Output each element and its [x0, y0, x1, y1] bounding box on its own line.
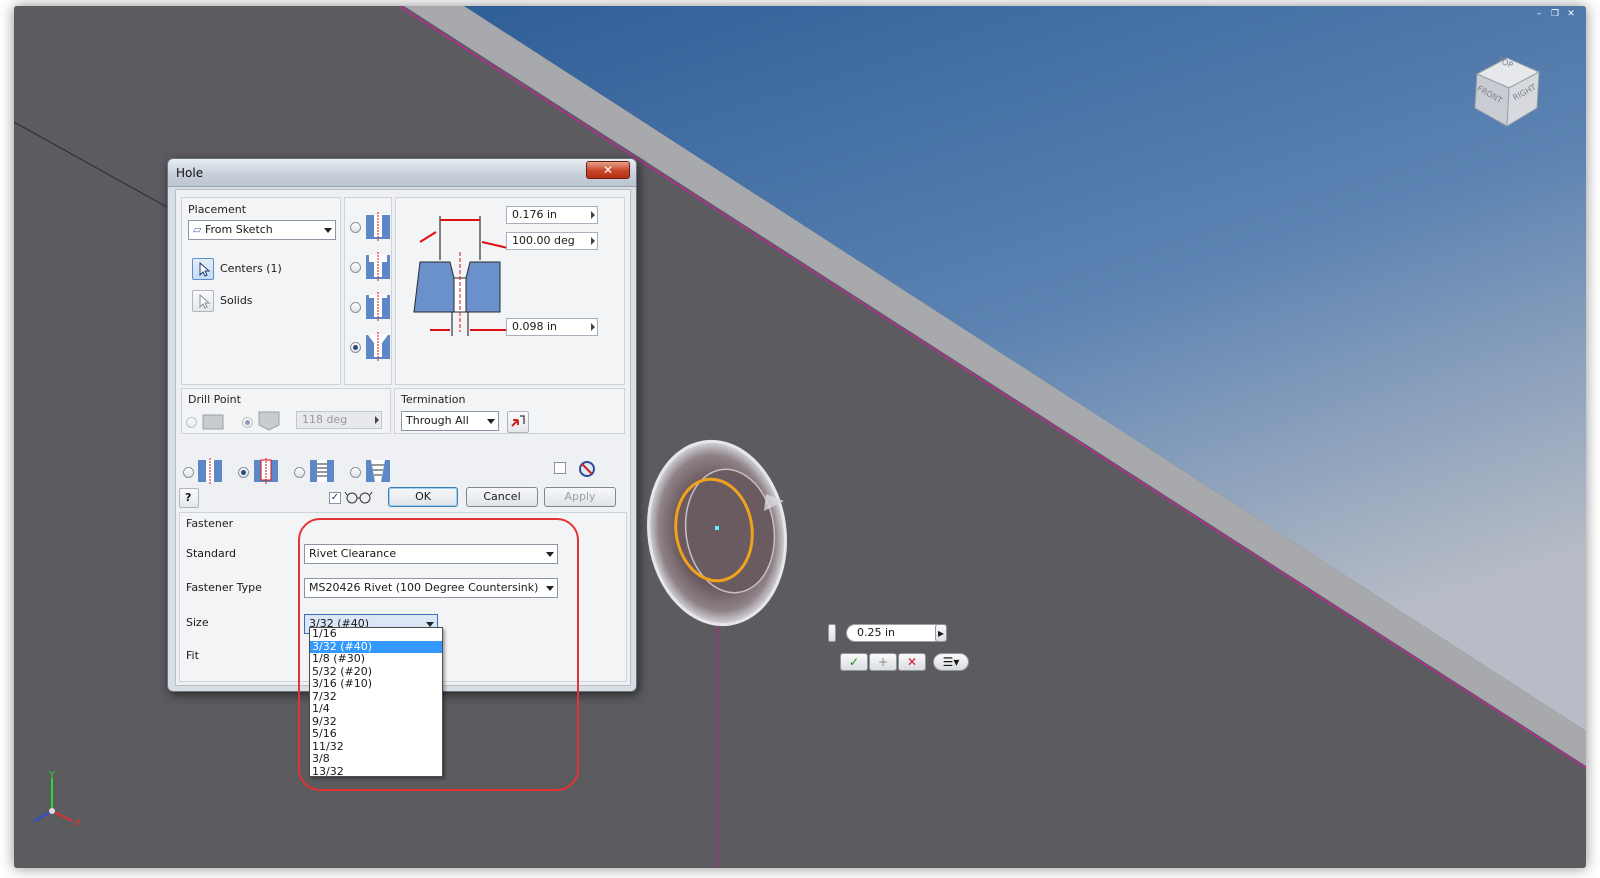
- placement-method-value: From Sketch: [204, 223, 273, 236]
- counterbore-icon: [366, 252, 390, 282]
- termination-combo[interactable]: Through All: [401, 411, 499, 431]
- simple-hole-icon: [366, 212, 390, 242]
- angle-point-radio[interactable]: [242, 417, 253, 428]
- mini-toolbar-flyout[interactable]: ▸: [935, 624, 947, 642]
- minimize-icon[interactable]: –: [1534, 10, 1544, 19]
- dialog-titlebar[interactable]: Hole ✕: [168, 159, 636, 187]
- chevron-down-icon: [324, 228, 332, 233]
- check-icon: ✓: [848, 655, 860, 669]
- fastener-label: Fastener: [186, 517, 234, 530]
- countersink-diameter-value: 0.176 in: [512, 208, 558, 221]
- solids-label: Solids: [220, 294, 253, 307]
- flyout-arrow-icon[interactable]: [591, 323, 595, 331]
- mini-toolbar-value: 0.25 in: [857, 626, 896, 639]
- fastener-type-label: Fastener Type: [186, 581, 262, 594]
- fit-label: Fit: [186, 649, 199, 662]
- preview-glasses-icon: [344, 491, 373, 504]
- flip-direction-button[interactable]: [507, 411, 529, 433]
- dialog-title: Hole: [176, 166, 204, 180]
- help-icon: ?: [185, 491, 192, 504]
- countersink-section-diagram: [413, 216, 509, 336]
- window-controls: – ❐ ✕: [1534, 10, 1576, 19]
- mini-toolbar-apply-button[interactable]: +: [869, 653, 897, 671]
- angle-drill-point-icon: [258, 411, 280, 431]
- size-label: Size: [186, 616, 209, 629]
- countersink-radio[interactable]: [350, 342, 361, 353]
- drill-point-angle-field[interactable]: 118 deg: [296, 411, 382, 429]
- cursor-arrow-icon: [199, 261, 211, 277]
- app-frame: Y X – ❐ ✕ TOP FRONT RIGHT Hole ✕ Placeme…: [14, 6, 1586, 868]
- hole-type-group: [344, 197, 392, 385]
- spotface-icon: [366, 292, 390, 322]
- countersink-icon: [366, 332, 390, 362]
- mini-toolbar-options-button[interactable]: ☰▾: [933, 653, 969, 671]
- chevron-down-icon: [487, 419, 495, 424]
- termination-group: Termination Through All: [394, 388, 625, 434]
- mini-toolbar-grip[interactable]: [828, 624, 836, 642]
- simple-drilled-icon: [198, 458, 222, 484]
- triad-x-label: X: [74, 818, 81, 829]
- centers-label: Centers (1): [220, 262, 282, 275]
- flat-point-radio[interactable]: [186, 417, 197, 428]
- flyout-arrow-icon: [375, 416, 379, 424]
- clearance-hole-icon: [254, 458, 278, 484]
- taper-tapped-icon: [366, 460, 390, 482]
- mini-toolbar-value-field[interactable]: 0.25 in: [846, 624, 946, 642]
- flat-drill-point-icon: [202, 414, 224, 430]
- solids-select-button[interactable]: [192, 290, 214, 312]
- simple-hole-radio[interactable]: [350, 222, 361, 233]
- ifeature-checkbox[interactable]: [554, 462, 566, 474]
- standard-label: Standard: [186, 547, 237, 560]
- ok-button[interactable]: OK: [388, 487, 458, 507]
- close-window-icon[interactable]: ✕: [1566, 10, 1576, 19]
- flyout-arrow-icon[interactable]: [591, 211, 595, 219]
- spotface-radio[interactable]: [350, 302, 361, 313]
- cursor-arrow-icon: [199, 293, 211, 309]
- countersink-angle-value: 100.00 deg: [512, 234, 575, 247]
- highlight-callout: [298, 518, 579, 791]
- apply-button[interactable]: Apply: [544, 487, 616, 507]
- termination-label: Termination: [401, 393, 466, 406]
- placement-group: Placement ▱ From Sketch Centers (1) Soli…: [181, 197, 341, 385]
- hole-diameter-field[interactable]: 0.098 in: [506, 318, 598, 336]
- no-entry-icon[interactable]: [578, 460, 596, 478]
- tapped-hole-icon: [310, 460, 334, 482]
- plus-icon: +: [877, 655, 889, 669]
- cancel-x-icon: ✕: [906, 655, 918, 669]
- restore-icon[interactable]: ❐: [1550, 10, 1560, 19]
- placement-label: Placement: [188, 203, 247, 216]
- dialog-close-button[interactable]: ✕: [586, 161, 630, 179]
- termination-value: Through All: [406, 414, 469, 427]
- placement-method-combo[interactable]: ▱ From Sketch: [188, 220, 336, 240]
- mini-toolbar-ok-button[interactable]: ✓: [840, 653, 868, 671]
- simple-drilled-radio[interactable]: [183, 467, 194, 478]
- preview-checkbox[interactable]: ✓: [329, 492, 341, 504]
- sketch-icon: ▱: [193, 223, 205, 236]
- flip-direction-icon: [511, 415, 525, 427]
- cancel-button[interactable]: Cancel: [466, 487, 538, 507]
- clearance-hole-radio[interactable]: [238, 467, 249, 478]
- taper-tapped-radio[interactable]: [350, 467, 361, 478]
- drill-point-label: Drill Point: [188, 393, 241, 406]
- hole-type-icons: [366, 212, 390, 362]
- counterbore-radio[interactable]: [350, 262, 361, 273]
- play-arrow-icon: ▸: [937, 626, 945, 640]
- flyout-arrow-icon[interactable]: [591, 237, 595, 245]
- options-menu-icon: ☰▾: [942, 655, 960, 669]
- triad-y-label: Y: [49, 770, 56, 781]
- drill-point-group: Drill Point 118 deg: [181, 388, 391, 434]
- mini-toolbar-cancel-button[interactable]: ✕: [898, 653, 926, 671]
- dimension-group: 0.176 in 100.00 deg 0.098 in: [395, 197, 625, 385]
- tapped-hole-radio[interactable]: [294, 467, 305, 478]
- drill-point-angle-value: 118 deg: [302, 413, 348, 426]
- hole-diameter-value: 0.098 in: [512, 320, 558, 333]
- centers-select-button[interactable]: [192, 258, 214, 280]
- help-button[interactable]: ?: [179, 488, 199, 508]
- countersink-diameter-field[interactable]: 0.176 in: [506, 206, 598, 224]
- countersink-angle-field[interactable]: 100.00 deg: [506, 232, 598, 250]
